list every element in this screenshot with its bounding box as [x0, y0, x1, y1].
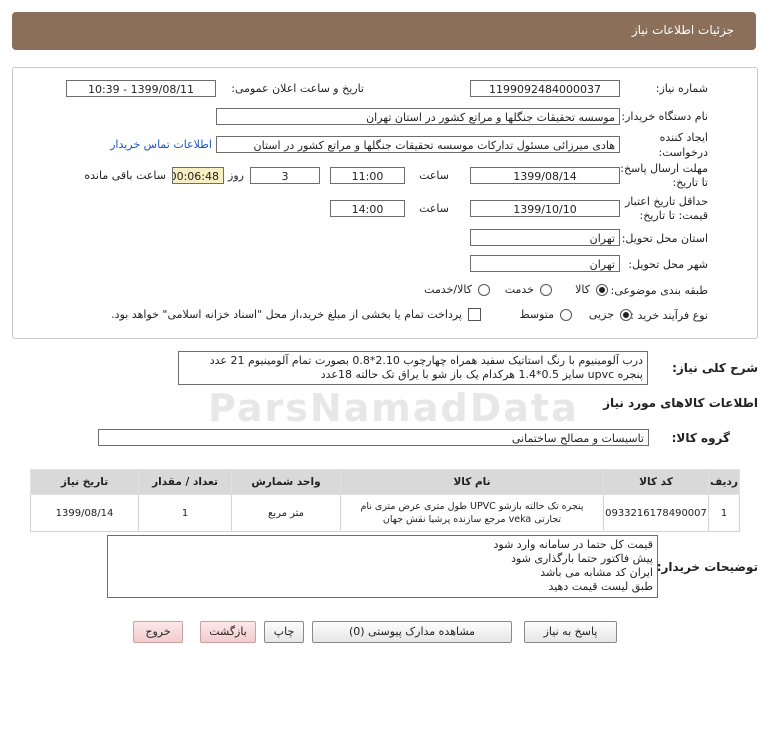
category-both-label: کالا/خدمت — [424, 283, 472, 296]
category-goods-label: کالا — [575, 283, 590, 296]
treasury-payment-note: پرداخت تمام یا بخشی از مبلغ خرید،از محل … — [111, 308, 462, 321]
goods-group-label: گروه کالا: — [671, 431, 730, 445]
general-desc-line-1: درب آلومینیوم با رنگ استاتیک سفید همراه … — [209, 354, 643, 367]
view-attachments-button[interactable]: مشاهده مدارک پیوستی (0) — [312, 621, 512, 643]
items-table-header: ردیف کد کالا نام کالا واحد شمارش تعداد /… — [30, 469, 740, 495]
row-unit: متر مربع — [231, 494, 341, 532]
process-minor-radio[interactable] — [620, 309, 632, 321]
watermark-text: ParsNamadData — [208, 386, 579, 430]
buyer-note-line: طبق لیست قیمت دهید — [548, 580, 653, 593]
buyer-note-line: ایران کد مشابه می باشد — [540, 566, 653, 579]
print-button[interactable]: چاپ — [264, 621, 304, 643]
buyer-notes-field: قیمت کل حتما در سامانه وارد شود پیش فاکت… — [107, 535, 658, 598]
items-table: ردیف کد کالا نام کالا واحد شمارش تعداد /… — [30, 469, 740, 532]
category-service-label: خدمت — [504, 283, 534, 296]
page-header: جزئیات اطلاعات نیاز — [12, 12, 756, 50]
process-medium-label: متوسط — [519, 308, 554, 321]
treasury-payment-checkbox[interactable] — [468, 308, 481, 321]
row-date: 1399/08/14 — [30, 494, 139, 532]
row-qty: 1 — [138, 494, 232, 532]
buyer-org-label: نام دستگاه خریدار: — [621, 110, 708, 123]
creator-field: هادی میرزائی مسئول تدارکات موسسه تحقیقات… — [216, 136, 620, 153]
buyer-org-field: موسسه تحقیقات جنگلها و مراتع کشور در است… — [216, 108, 620, 125]
process-minor-label: جزیی — [588, 308, 614, 321]
announce-date-field: 1399/08/11 - 10:39 — [66, 80, 216, 97]
deadline-date-field: 1399/08/14 — [470, 167, 620, 184]
province-field: تهران — [470, 229, 620, 246]
deadline-label: مهلت ارسال پاسخ: تا تاریخ: — [620, 162, 708, 189]
col-date: تاریخ نیاز — [30, 469, 139, 495]
goods-group-field: تاسیسات و مصالح ساختمانی — [98, 429, 649, 446]
table-row: 1 0933216178490007 پنجره تک حالته بازشو … — [30, 494, 740, 532]
buyer-note-line: پیش فاکتور حتما بارگذاری شود — [511, 552, 653, 565]
validity-time-field: 14:00 — [330, 200, 405, 217]
row-name: پنجره تک حالته بازشو UPVC طول متری عرض م… — [340, 494, 604, 532]
general-desc-label: شرح کلی نیاز: — [672, 361, 758, 375]
validity-time-label: ساعت — [419, 202, 449, 215]
creator-label: ایجاد کننده درخواست: — [658, 131, 708, 159]
row-code: 0933216178490007 — [603, 494, 709, 532]
announce-date-label: تاریخ و ساعت اعلان عمومی: — [231, 82, 364, 95]
col-name: نام کالا — [340, 469, 604, 495]
validity-date-field: 1399/10/10 — [470, 200, 620, 217]
buyer-notes-label: توضیحات خریدار: — [656, 560, 758, 574]
general-desc-line-2: پنجره upvc سایز 0.5*1.4 هرکدام یک باز شو… — [320, 368, 643, 381]
exit-button[interactable]: خروج — [133, 621, 183, 643]
need-number-field: 1199092484000037 — [470, 80, 620, 97]
col-unit: واحد شمارش — [231, 469, 341, 495]
process-medium-radio[interactable] — [560, 309, 572, 321]
category-goods-radio[interactable] — [596, 284, 608, 296]
general-desc-field: درب آلومینیوم با رنگ استاتیک سفید همراه … — [178, 351, 648, 385]
need-number-label: شماره نیاز: — [655, 82, 708, 95]
city-label: شهر محل تحویل: — [628, 258, 708, 271]
col-qty: تعداد / مقدار — [138, 469, 232, 495]
goods-info-title: اطلاعات کالاهای مورد نیاز — [603, 396, 758, 410]
process-label: نوع فرآیند خرید : — [630, 309, 708, 322]
deadline-time-field: 11:00 — [330, 167, 405, 184]
col-code: کد کالا — [603, 469, 709, 495]
row-name-line-1: پنجره تک حالته بازشو UPVC طول متری عرض م… — [360, 501, 584, 512]
row-name-line-2: تجارتی veka مرجع سازنده پرشیا نقش جهان — [382, 514, 562, 525]
category-label: طبقه بندی موضوعی: — [610, 284, 708, 297]
buyer-contact-link[interactable]: اطلاعات تماس خریدار — [110, 138, 212, 151]
back-button[interactable]: بازگشت — [200, 621, 256, 643]
page-title: جزئیات اطلاعات نیاز — [631, 23, 734, 37]
category-both-radio[interactable] — [478, 284, 490, 296]
remaining-time-field: 00:06:48 — [172, 167, 224, 184]
reply-button[interactable]: پاسخ به نیاز — [524, 621, 617, 643]
province-label: استان محل تحویل: — [621, 232, 708, 245]
deadline-time-label: ساعت — [419, 169, 449, 182]
remaining-time-label: ساعت باقی مانده — [84, 169, 166, 182]
row-index: 1 — [708, 494, 740, 532]
validity-label: حداقل تاریخ اعتبار قیمت: تا تاریخ: — [624, 195, 708, 222]
days-remaining-field: 3 — [250, 167, 320, 184]
col-row: ردیف — [708, 469, 740, 495]
city-field: تهران — [470, 255, 620, 272]
buyer-note-line: قیمت کل حتما در سامانه وارد شود — [493, 538, 653, 551]
category-service-radio[interactable] — [540, 284, 552, 296]
